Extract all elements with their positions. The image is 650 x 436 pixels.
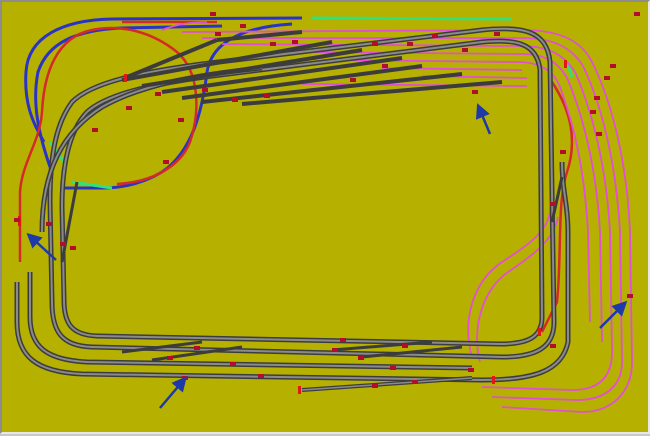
grey-main-loop [14, 26, 571, 392]
arrow-bottom-left [159, 376, 187, 409]
track-layout-diagram [14, 12, 640, 413]
track-plan-canvas [0, 0, 650, 434]
red-helix-track [18, 20, 574, 333]
arrow-top-right [475, 103, 492, 135]
